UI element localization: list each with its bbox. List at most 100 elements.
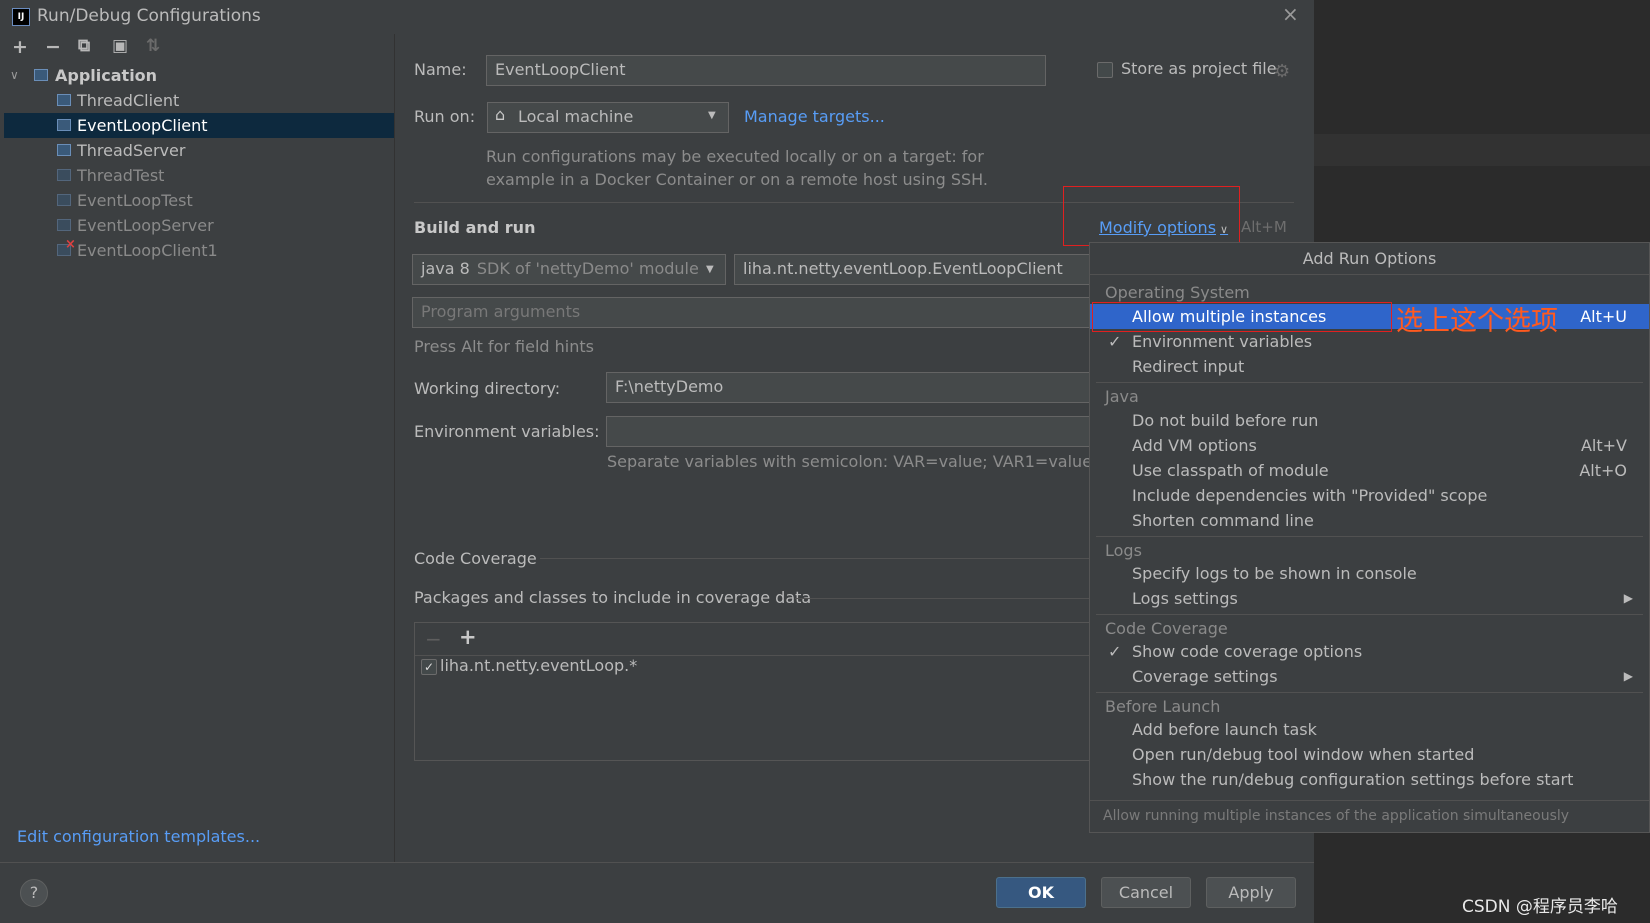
option-open-tool-window[interactable]: Open run/debug tool window when started (1090, 742, 1649, 767)
check-icon: ✓ (1108, 332, 1122, 351)
run-on-value: Local machine (518, 107, 634, 126)
option-shortcut: Alt+U (1580, 307, 1627, 326)
option-use-classpath[interactable]: Use classpath of module Alt+O (1090, 458, 1649, 483)
popup-title: Add Run Options (1090, 243, 1649, 275)
gear-icon[interactable]: ⚙ (1274, 61, 1290, 82)
option-environment-variables[interactable]: ✓ Environment variables (1090, 329, 1649, 354)
option-redirect-input[interactable]: Redirect input (1090, 354, 1649, 379)
store-project-checkbox[interactable] (1097, 62, 1113, 78)
sort-icon[interactable]: ⇅ (146, 36, 160, 56)
option-label: Add VM options (1132, 436, 1257, 455)
name-field[interactable]: EventLoopClient (486, 55, 1046, 86)
chevron-down-icon[interactable]: ▼ (706, 264, 714, 275)
config-icon (57, 144, 71, 156)
option-logs-settings[interactable]: Logs settings ▶ (1090, 586, 1649, 611)
coverage-entry-checkbox[interactable]: ✓ (421, 659, 437, 675)
option-add-before-launch[interactable]: Add before launch task (1090, 717, 1649, 742)
run-on-hint-1: Run configurations may be executed local… (486, 147, 984, 166)
tree-item-threadclient[interactable]: ThreadClient (0, 88, 390, 113)
tree-item-label: ThreadTest (77, 166, 165, 185)
apply-button[interactable]: Apply (1206, 877, 1296, 908)
chevron-right-icon: ▶ (1623, 669, 1633, 683)
option-include-dependencies[interactable]: Include dependencies with "Provided" sco… (1090, 483, 1649, 508)
option-shortcut: Alt+V (1580, 436, 1627, 455)
folder-icon[interactable]: ▣ (112, 36, 128, 56)
jdk-select[interactable]: java 8 SDK of 'nettyDemo' module (412, 254, 726, 285)
tree-item-label: ThreadServer (77, 141, 186, 160)
store-project-label: Store as project file (1121, 59, 1277, 78)
run-on-select[interactable]: Local machine (487, 102, 729, 133)
add-icon[interactable]: + (12, 36, 28, 58)
alt-hint: Press Alt for field hints (414, 337, 594, 356)
chevron-down-icon[interactable]: ▼ (708, 110, 716, 121)
option-show-settings[interactable]: Show the run/debug configuration setting… (1090, 767, 1649, 792)
background-band (1314, 134, 1650, 166)
option-label: Add before launch task (1132, 720, 1317, 739)
config-icon (57, 169, 71, 181)
separator (0, 862, 1314, 863)
option-do-not-build[interactable]: Do not build before run (1090, 408, 1649, 433)
option-show-coverage[interactable]: ✓ Show code coverage options (1090, 639, 1649, 664)
separator (1096, 536, 1643, 537)
coverage-heading: Code Coverage (414, 549, 537, 568)
coverage-entry: liha.nt.netty.eventLoop.* (440, 656, 638, 675)
option-specify-logs[interactable]: Specify logs to be shown in console (1090, 561, 1649, 586)
ok-button[interactable]: OK (996, 877, 1086, 908)
remove-icon[interactable]: − (425, 627, 442, 651)
option-label: Open run/debug tool window when started (1132, 745, 1475, 764)
option-shorten-command-line[interactable]: Shorten command line (1090, 508, 1649, 533)
name-label: Name: (414, 60, 467, 79)
option-label: Do not build before run (1132, 411, 1319, 430)
separator (540, 558, 1094, 559)
tree-item-eventloopclient1[interactable]: × EventLoopClient1 (0, 237, 390, 263)
jdk-sub: SDK of 'nettyDemo' module (476, 259, 699, 278)
copy-icon[interactable]: ⧉ (78, 36, 90, 56)
edit-templates-link[interactable]: Edit configuration templates... (17, 827, 260, 846)
separator (1096, 692, 1643, 693)
option-add-vm-options[interactable]: Add VM options Alt+V (1090, 433, 1649, 458)
main-class-field[interactable]: liha.nt.netty.eventLoop.EventLoopClient (734, 254, 1094, 285)
remove-icon[interactable]: − (45, 36, 61, 58)
tree-item-threadserver[interactable]: ThreadServer (0, 138, 390, 163)
separator (795, 598, 1094, 599)
tree-root-label: Application (55, 66, 158, 85)
run-on-label: Run on: (414, 107, 476, 126)
annotation-text: 选上这个选项 (1396, 306, 1558, 337)
option-label: Redirect input (1132, 357, 1245, 376)
window-title: Run/Debug Configurations (37, 6, 261, 26)
env-label: Environment variables: (414, 422, 600, 441)
tree-item-eventloopclient[interactable]: EventLoopClient (4, 113, 394, 138)
section-before-launch: Before Launch (1105, 697, 1221, 716)
chevron-down-icon[interactable]: ∨ (10, 63, 19, 88)
option-coverage-settings[interactable]: Coverage settings ▶ (1090, 664, 1649, 689)
allow-multiple-highlight (1092, 302, 1392, 332)
env-field[interactable] (606, 416, 1094, 447)
section-java: Java (1105, 387, 1139, 406)
modify-options-highlight (1063, 186, 1240, 246)
cancel-button[interactable]: Cancel (1101, 877, 1191, 908)
option-label: Environment variables (1132, 332, 1313, 351)
env-hint: Separate variables with semicolon: VAR=v… (607, 452, 1103, 471)
application-icon (34, 69, 48, 81)
add-icon[interactable]: + (459, 625, 477, 649)
config-icon (57, 219, 71, 231)
config-icon (57, 119, 71, 131)
program-args-field[interactable]: Program arguments (412, 297, 1094, 328)
help-button[interactable]: ? (20, 879, 48, 907)
tree-item-label: ThreadClient (77, 91, 180, 110)
tree-item-eventloopserver[interactable]: EventLoopServer (0, 213, 390, 238)
tree-item-label: EventLoopTest (77, 191, 193, 210)
packages-label: Packages and classes to include in cover… (414, 588, 812, 607)
config-icon (57, 94, 71, 106)
working-dir-field[interactable]: F:\nettyDemo (606, 372, 1094, 403)
chevron-right-icon: ▶ (1623, 591, 1633, 605)
manage-targets-link[interactable]: Manage targets... (744, 107, 885, 126)
tree-item-eventlooptest[interactable]: EventLoopTest (0, 188, 390, 213)
tree-root-application[interactable]: ∨ Application (0, 63, 390, 88)
close-icon[interactable]: × (1282, 2, 1299, 26)
option-label: Use classpath of module (1132, 461, 1329, 480)
section-os: Operating System (1105, 283, 1250, 302)
config-icon (57, 194, 71, 206)
jdk-main: java 8 (421, 259, 470, 278)
tree-item-threadtest[interactable]: ThreadTest (0, 163, 390, 188)
